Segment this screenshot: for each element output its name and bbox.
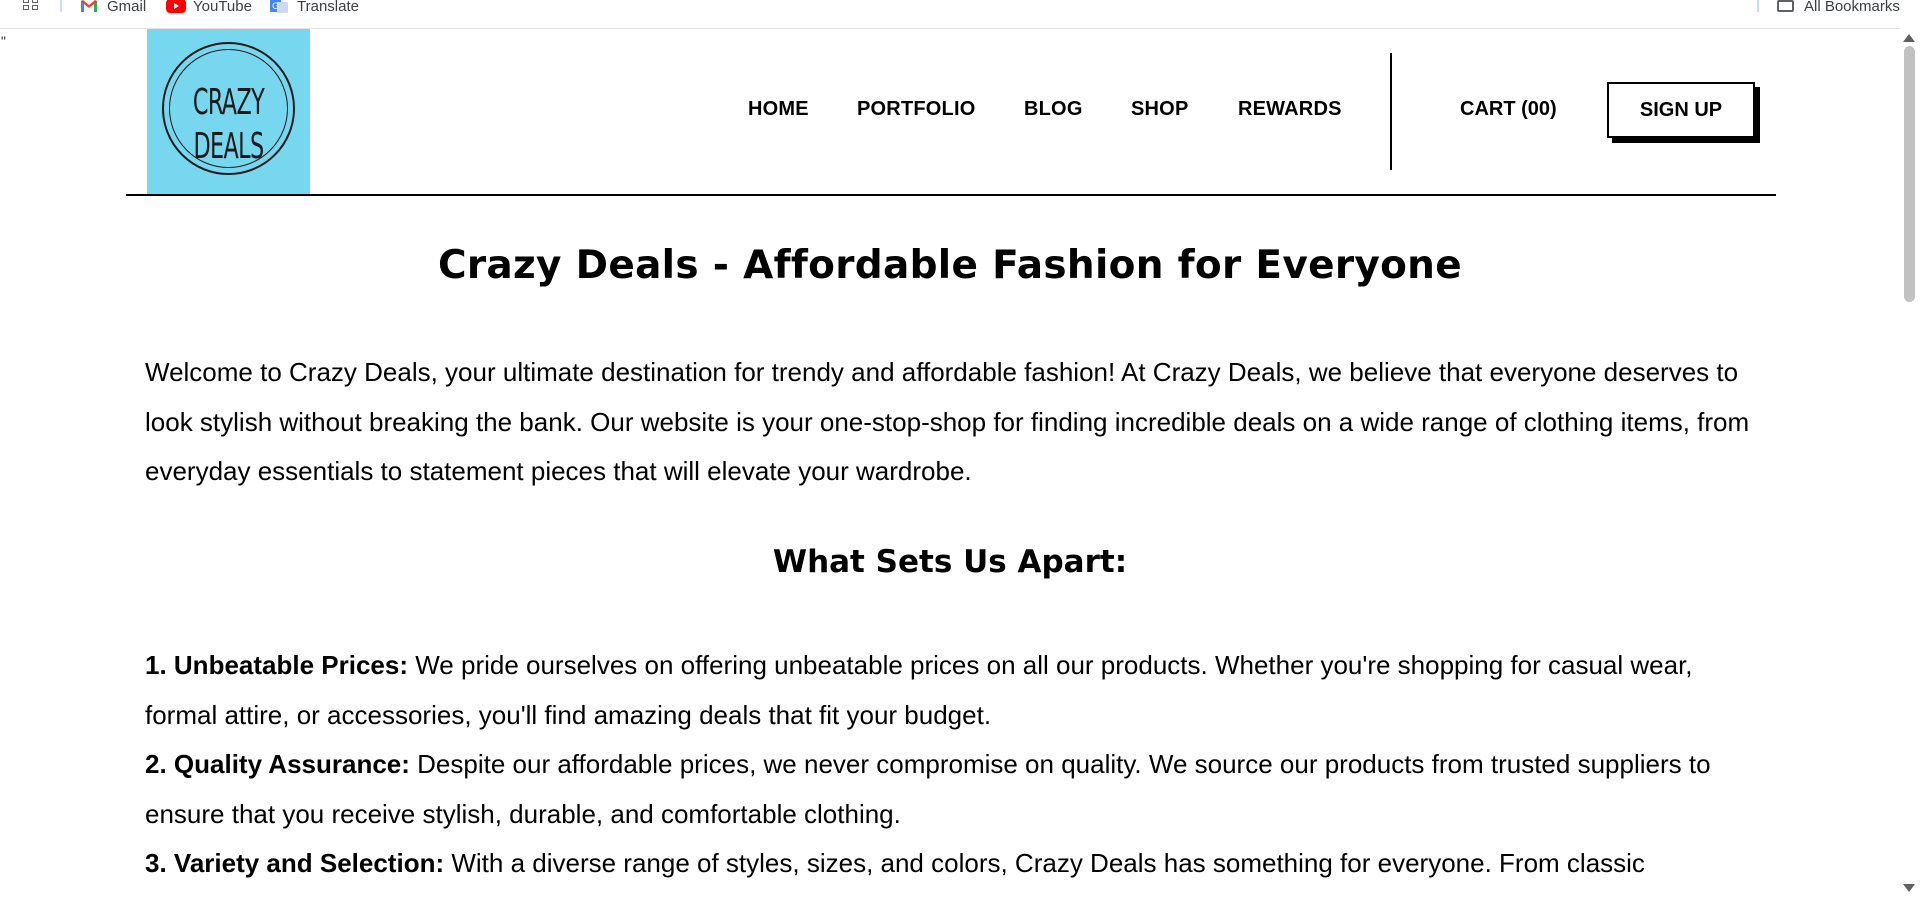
features-list: 1. Unbeatable Prices: We pride ourselves…	[145, 641, 1765, 889]
bookmark-gmail[interactable]: Gmail	[80, 0, 146, 16]
feature-title: 1. Unbeatable Prices:	[145, 650, 408, 680]
feature-text: With a diverse range of styles, sizes, a…	[444, 848, 1645, 878]
nav-divider	[1390, 53, 1392, 170]
scroll-thumb[interactable]	[1904, 46, 1915, 302]
bookmark-label: Translate	[297, 0, 359, 15]
stray-text: "	[1, 33, 6, 49]
nav-blog[interactable]: BLOG	[1024, 98, 1083, 121]
feature-title: 3. Variety and Selection:	[145, 848, 445, 878]
gmail-icon	[80, 0, 98, 13]
bookmarks-bar: Gmail YouTube G Translate All Bookmarks	[0, 0, 1920, 29]
intro-paragraph: Welcome to Crazy Deals, your ultimate de…	[145, 357, 1750, 486]
feature-title: 2. Quality Assurance:	[145, 749, 410, 779]
scroll-up-arrow-icon[interactable]	[1903, 34, 1915, 42]
nav-home[interactable]: HOME	[748, 98, 809, 121]
translate-icon: G	[270, 0, 288, 13]
signup-button[interactable]: SIGN UP	[1607, 82, 1755, 138]
feature-item: 2. Quality Assurance: Despite our afford…	[145, 740, 1765, 839]
bookmarks-separator	[1757, 0, 1759, 12]
svg-text:G: G	[272, 2, 279, 12]
nav-shop[interactable]: SHOP	[1131, 98, 1188, 121]
scroll-down-arrow-icon[interactable]	[1903, 884, 1915, 892]
logo-text: CRAZY DEALS	[192, 82, 265, 167]
section-heading: What Sets Us Apart:	[772, 544, 1128, 580]
page-title: Crazy Deals - Affordable Fashion for Eve…	[437, 243, 1463, 288]
bookmarks-separator	[60, 0, 62, 12]
bookmark-translate[interactable]: G Translate	[270, 0, 359, 16]
youtube-icon	[166, 0, 186, 13]
header-divider	[126, 194, 1776, 196]
folder-icon	[1777, 0, 1794, 12]
site-logo[interactable]: CRAZY DEALS	[147, 29, 310, 194]
bookmark-label: Gmail	[107, 0, 147, 15]
bookmark-youtube[interactable]: YouTube	[166, 0, 252, 16]
bookmark-label: YouTube	[193, 0, 252, 15]
vertical-scrollbar[interactable]	[1900, 28, 1920, 897]
all-bookmarks-label: All Bookmarks	[1804, 0, 1900, 15]
all-bookmarks-button[interactable]: All Bookmarks	[1777, 0, 1900, 16]
nav-portfolio[interactable]: PORTFOLIO	[857, 98, 975, 121]
apps-grid-icon[interactable]	[23, 0, 41, 12]
feature-item: 1. Unbeatable Prices: We pride ourselves…	[145, 641, 1765, 740]
feature-item: 3. Variety and Selection: With a diverse…	[145, 839, 1765, 889]
cart-link[interactable]: CART (00)	[1460, 98, 1557, 121]
nav-rewards[interactable]: REWARDS	[1238, 98, 1342, 121]
